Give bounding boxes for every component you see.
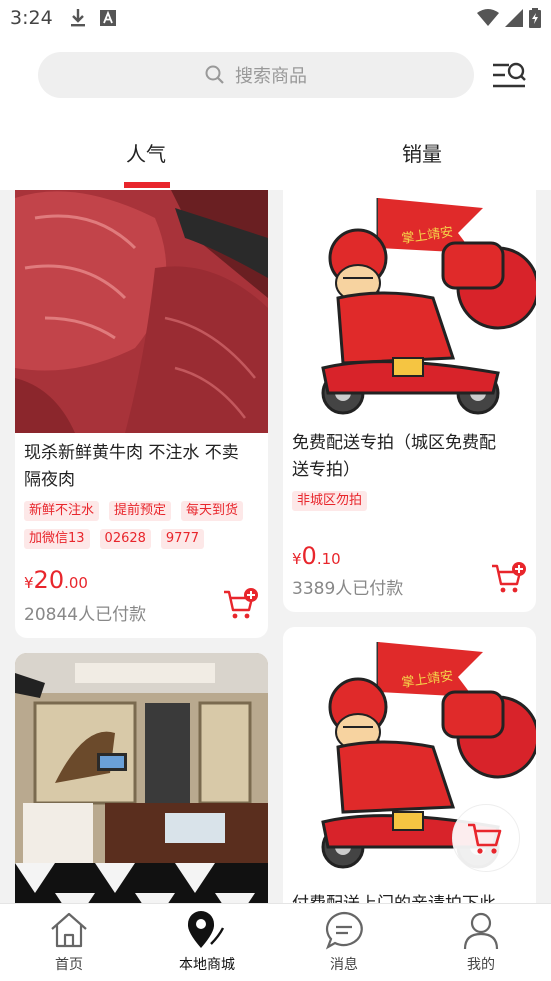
product-tag: 新鲜不注水 (24, 501, 100, 521)
list-search-icon[interactable] (491, 58, 527, 94)
price-integer: 20 (33, 566, 65, 594)
nav-item-home[interactable]: 首页 (19, 910, 119, 980)
nav-item-local-mall[interactable]: 本地商城 (157, 910, 257, 980)
product-grid: 现杀新鲜黄牛肉 不注水 不卖 隔夜肉 新鲜不注水 提前预定 每天到货 加微信13… (0, 190, 551, 903)
product-title: 免费配送专拍（城区免费配 送专拍） (292, 430, 528, 484)
product-card[interactable]: 掌上靖安 免费配送专拍（城区免费配 送专拍） 非城区勿拍 ¥0.10 3389人… (283, 190, 536, 612)
product-title: 现杀新鲜黄牛肉 不注水 不卖 隔夜肉 (24, 440, 260, 494)
price-currency: ¥ (24, 574, 34, 592)
product-tag: 9777 (160, 529, 204, 549)
paid-count: 20844人已付款 (24, 605, 147, 625)
battery-icon (529, 8, 541, 28)
product-price: ¥0.10 (292, 542, 341, 570)
signal-icon (505, 9, 523, 27)
price-currency: ¥ (292, 550, 302, 568)
user-icon (463, 912, 499, 950)
product-tag: 每天到货 (181, 501, 244, 521)
price-integer: 0 (301, 542, 317, 570)
product-title-line1: 现杀新鲜黄牛肉 不注水 不卖 (24, 443, 239, 463)
nav-label: 消息 (330, 957, 358, 973)
search-input[interactable]: 搜索商品 (38, 52, 474, 98)
shopping-cart-icon (468, 823, 502, 854)
tab-popular[interactable]: 人气 (126, 138, 166, 167)
paid-count: 3389人已付款 (292, 579, 404, 599)
nav-item-messages[interactable]: 消息 (294, 910, 394, 980)
product-title-line1: 免费配送专拍（城区免费配 (292, 433, 496, 453)
product-image-room (15, 653, 268, 903)
search-icon (205, 65, 224, 84)
wifi-icon (477, 9, 499, 26)
tag-list: 新鲜不注水 提前预定 每天到货 加微信13 02628 9777 (24, 501, 264, 549)
header: 搜索商品 (0, 38, 551, 118)
product-tag: 02628 (99, 529, 151, 549)
product-tag: 加微信13 (24, 529, 90, 549)
home-icon (51, 912, 87, 948)
nav-label: 首页 (55, 957, 83, 973)
status-icons-left (70, 8, 116, 28)
product-card[interactable] (15, 653, 268, 903)
add-to-cart-icon[interactable] (223, 588, 259, 620)
active-tab-indicator (124, 182, 170, 188)
nav-label: 我的 (467, 957, 495, 973)
product-image-delivery-mascot: 掌上靖安 (283, 190, 536, 418)
bottom-nav: 首页 本地商城 消息 我的 (0, 903, 551, 981)
search-placeholder: 搜索商品 (235, 66, 307, 87)
nav-label: 本地商城 (179, 957, 235, 973)
price-decimal: .00 (64, 574, 88, 592)
floating-cart-button[interactable] (452, 804, 520, 872)
product-card[interactable]: 现杀新鲜黄牛肉 不注水 不卖 隔夜肉 新鲜不注水 提前预定 每天到货 加微信13… (15, 190, 268, 638)
product-tag: 提前预定 (109, 501, 172, 521)
location-pin-icon (187, 911, 225, 948)
chat-bubble-icon (325, 911, 363, 950)
sort-tabs: 人气 销量 (0, 118, 551, 190)
add-to-cart-icon[interactable] (491, 562, 527, 594)
tab-sales[interactable]: 销量 (402, 138, 442, 167)
product-title: 付费配送上门的亲请拍下此 (292, 891, 528, 903)
product-price: ¥20.00 (24, 566, 88, 594)
status-icons-right (477, 8, 541, 28)
product-title-line2: 送专拍） (292, 460, 360, 480)
product-title-line2: 隔夜肉 (24, 470, 75, 490)
price-decimal: .10 (316, 550, 341, 568)
nav-item-profile[interactable]: 我的 (431, 910, 531, 980)
product-image-beef (15, 190, 268, 433)
product-tag: 非城区勿拍 (292, 491, 368, 511)
status-bar: 3:24 (0, 0, 551, 38)
tag-list: 非城区勿拍 (292, 491, 532, 511)
keyboard-a-icon (100, 10, 116, 26)
status-time: 3:24 (10, 7, 53, 29)
download-icon (71, 9, 85, 27)
